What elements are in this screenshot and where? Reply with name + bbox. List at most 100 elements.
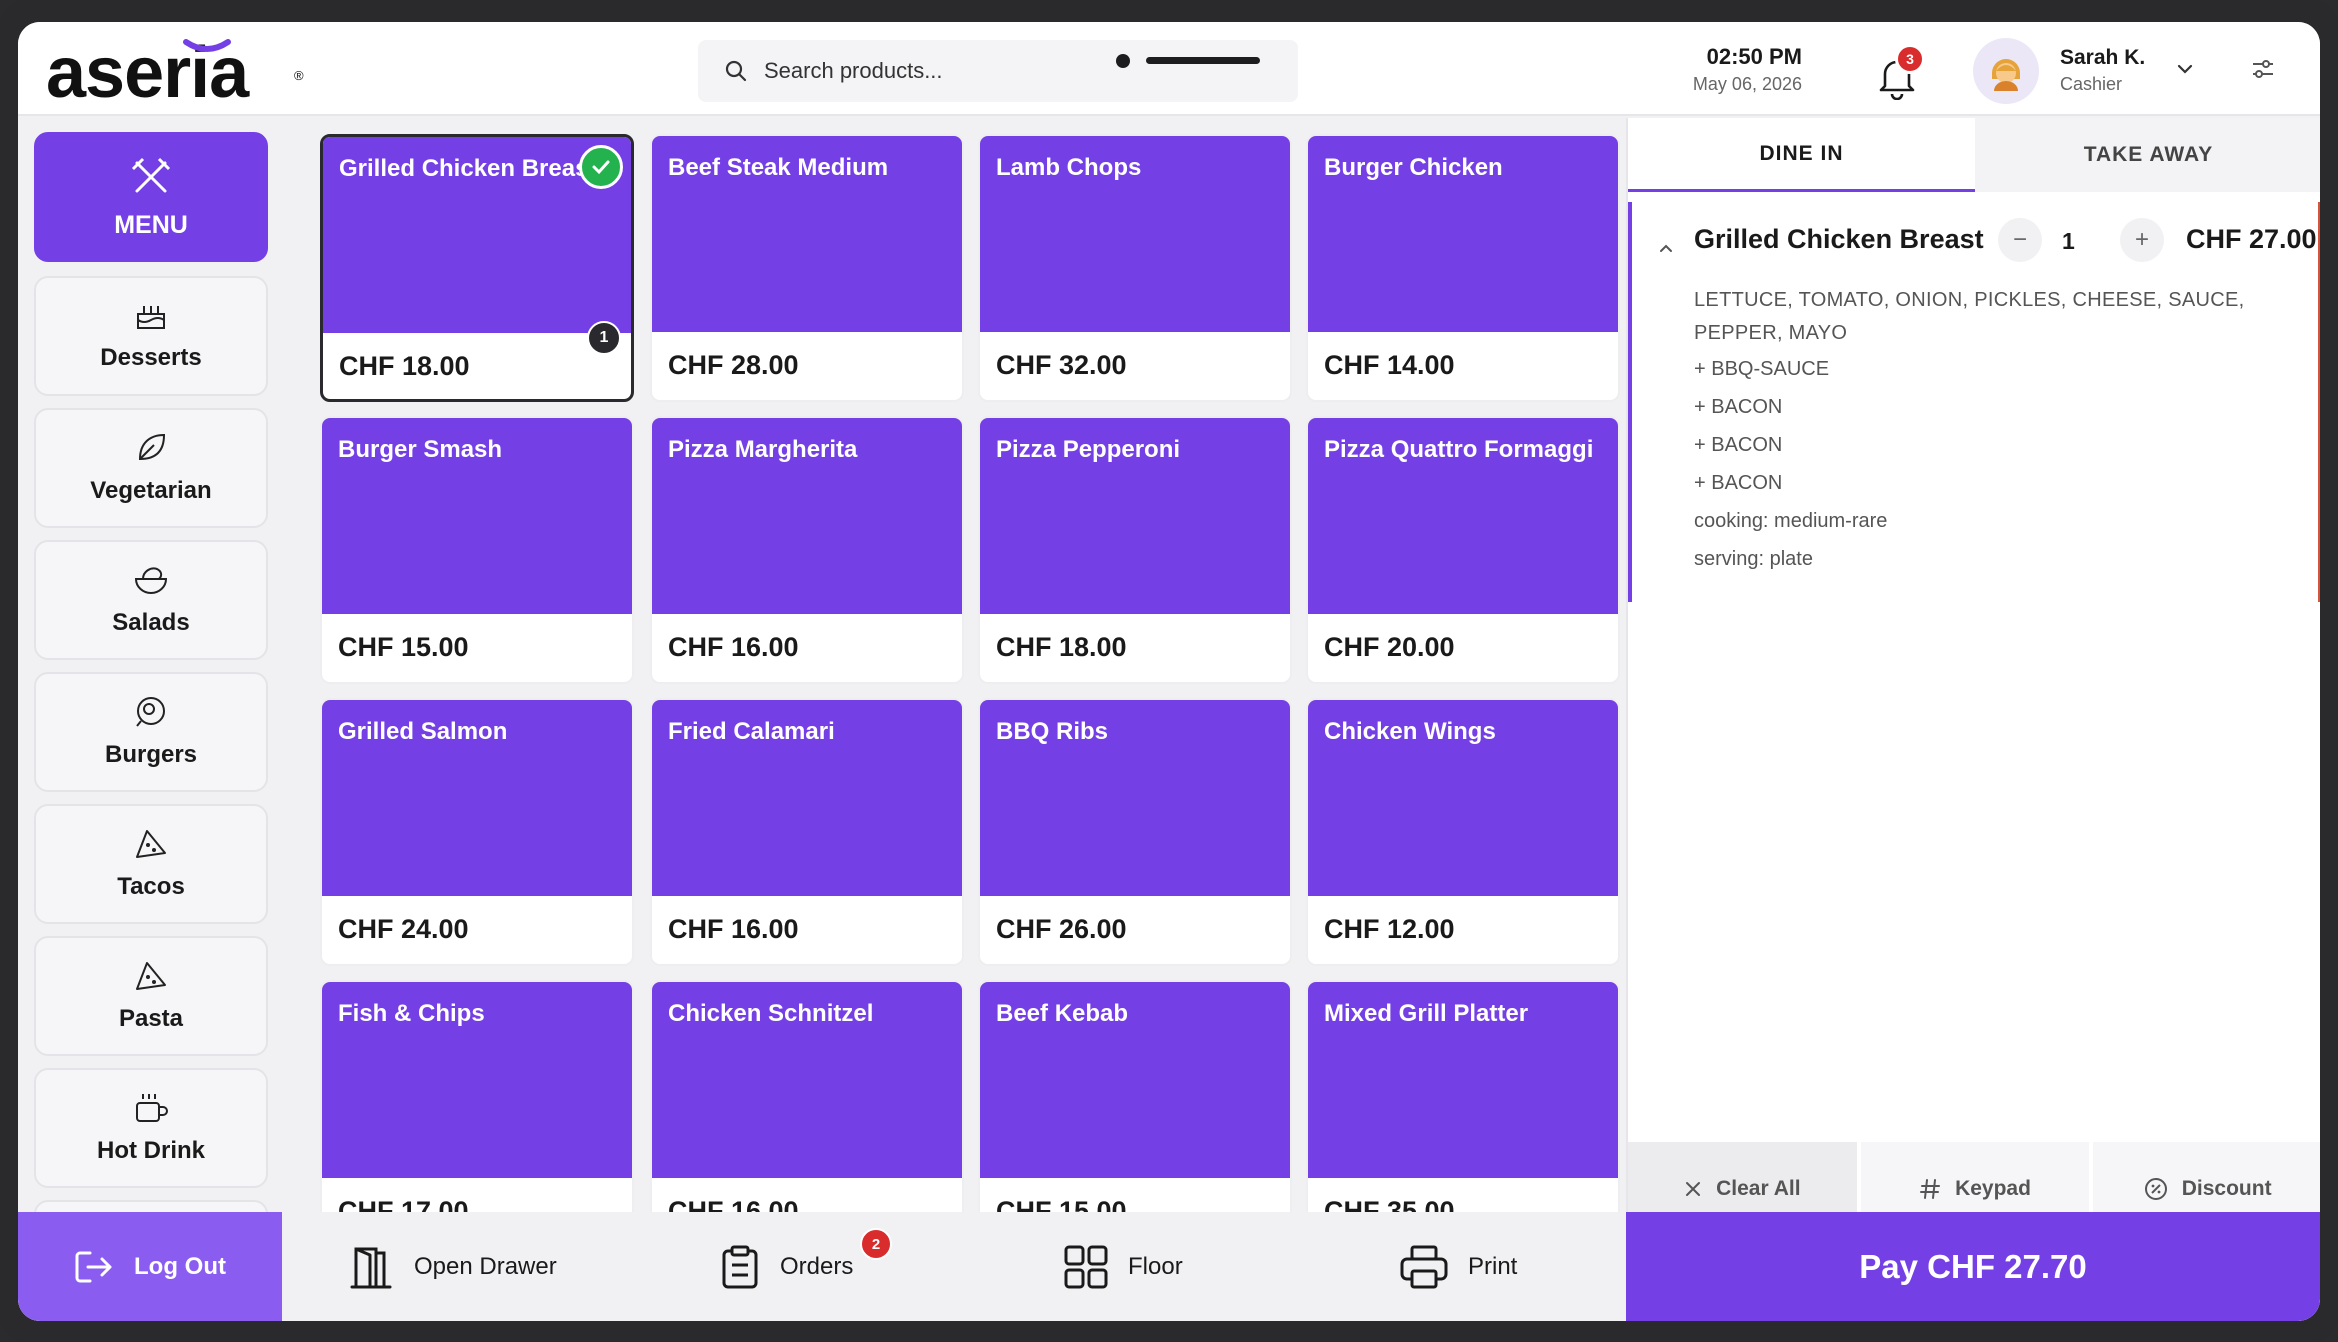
tab-dine-in[interactable]: DINE IN (1628, 118, 1975, 192)
product-card[interactable]: Beef Steak Medium CHF 28.00 (650, 134, 964, 402)
product-price: CHF 15.00 (338, 632, 469, 662)
product-card[interactable]: Pizza Margherita CHF 16.00 (650, 416, 964, 684)
product-card[interactable]: Lamb Chops CHF 32.00 (978, 134, 1292, 402)
hash-icon (1920, 1179, 1941, 1199)
burger-icon (136, 697, 165, 727)
salad-bowl-icon (134, 567, 168, 594)
pay-label: Pay CHF 27.70 (1859, 1247, 2087, 1285)
product-card[interactable]: Chicken Wings CHF 12.00 (1306, 698, 1620, 966)
sliders-icon[interactable] (2250, 56, 2276, 82)
product-price: CHF 16.00 (668, 914, 799, 944)
leaf-icon (138, 433, 166, 461)
product-card[interactable]: Fried Calamari CHF 16.00 (650, 698, 964, 966)
product-card[interactable]: Pizza Quattro Formaggi CHF 20.00 (1306, 416, 1620, 684)
product-name: Pizza Margherita (668, 436, 858, 463)
product-card[interactable]: Grilled Chicken Breast CHF 18.00 1 (320, 134, 634, 402)
swipe-delete-indicator (2318, 202, 2320, 602)
product-price: CHF 16.00 (668, 632, 799, 662)
clock-time: 02:50 PM (1706, 44, 1802, 69)
keypad-label: Keypad (1955, 1177, 2031, 1200)
print-label: Print (1468, 1252, 1518, 1280)
product-price: CHF 26.00 (996, 914, 1127, 944)
user-avatar-icon (1992, 59, 2020, 91)
product-name: Beef Kebab (996, 1000, 1129, 1027)
product-name: Burger Chicken (1324, 154, 1503, 181)
grid-icon (1064, 1245, 1108, 1288)
search-bar[interactable] (698, 40, 1298, 102)
line-item-qty: 1 (2062, 228, 2075, 254)
logout-label: Log Out (134, 1252, 226, 1280)
avatar[interactable] (1973, 38, 2039, 104)
product-price: CHF 14.00 (1324, 350, 1455, 380)
product-price: CHF 18.00 (996, 632, 1127, 662)
tab-take-away[interactable]: TAKE AWAY (1975, 118, 2320, 192)
pay-button[interactable]: Pay CHF 27.70 (1626, 1212, 2320, 1321)
user-info[interactable]: Sarah K. Cashier (2060, 46, 2145, 95)
user-name: Sarah K. (2060, 46, 2146, 69)
category-vegetarian[interactable]: Vegetarian (34, 408, 268, 528)
floor-label: Floor (1128, 1252, 1183, 1280)
open-drawer-button[interactable]: Open Drawer (346, 1212, 557, 1321)
notifications-badge: 3 (1895, 44, 1925, 74)
product-price: CHF 24.00 (338, 914, 469, 944)
product-name: Mixed Grill Platter (1324, 1000, 1529, 1027)
brand-logo: aseria ® (46, 36, 304, 110)
product-card[interactable]: Pizza Pepperoni CHF 18.00 (978, 416, 1292, 684)
logout-icon (75, 1251, 112, 1282)
product-card[interactable]: Burger Smash CHF 15.00 (320, 416, 634, 684)
order-line-item[interactable]: Grilled Chicken Breast − 1 + CHF 27.00 L… (1628, 202, 2320, 602)
category-hot-drink[interactable]: Hot Drink (34, 1068, 268, 1188)
product-card[interactable]: Beef Kebab CHF 15.00 (978, 980, 1292, 1236)
product-name: Chicken Wings (1324, 718, 1496, 745)
product-grid: Grilled Chicken Breast CHF 18.00 1 Beef … (300, 118, 1630, 1236)
category-burgers[interactable]: Burgers (34, 672, 268, 792)
decrease-qty-button[interactable]: − (1998, 218, 2042, 262)
category-label: Pasta (118, 1005, 184, 1032)
chevron-up-icon[interactable] (1658, 242, 1674, 254)
product-card[interactable]: Chicken Schnitzel CHF 16.00 (650, 980, 964, 1236)
category-tacos[interactable]: Tacos (34, 804, 268, 924)
increase-qty-button[interactable]: + (2120, 218, 2164, 262)
line-item-modifier: + BACON (1694, 472, 1783, 494)
product-price: CHF 28.00 (668, 350, 799, 380)
product-name: Pizza Quattro Formaggi (1324, 436, 1594, 463)
product-card[interactable]: Burger Chicken CHF 14.00 (1306, 134, 1620, 402)
line-item-details: LETTUCE, TOMATO, ONION, PICKLES, CHEESE,… (1694, 284, 2294, 578)
logo-mark-icon (183, 39, 231, 52)
orders-button[interactable]: Orders 2 (718, 1212, 892, 1321)
product-price: CHF 20.00 (1324, 632, 1455, 662)
product-card[interactable]: Grilled Salmon CHF 24.00 (320, 698, 634, 966)
product-card[interactable]: BBQ Ribs CHF 26.00 (978, 698, 1292, 966)
category-label: Vegetarian (90, 477, 212, 504)
drawer-door-icon (350, 1247, 392, 1288)
floor-button[interactable]: Floor (1062, 1212, 1183, 1321)
search-input[interactable] (764, 40, 1284, 102)
line-item-price: CHF 27.00 (2186, 224, 2317, 254)
close-icon (1686, 1182, 1701, 1196)
discount-label: Discount (2181, 1177, 2272, 1200)
category-menu[interactable]: MENU (34, 132, 268, 262)
product-price: CHF 12.00 (1324, 914, 1455, 944)
print-button[interactable]: Print (1398, 1212, 1517, 1321)
line-item-modifier: cooking: medium-rare (1694, 510, 1888, 532)
product-name: Pizza Pepperoni (996, 436, 1181, 463)
category-label: Hot Drink (97, 1137, 205, 1164)
logout-button[interactable]: Log Out (18, 1212, 282, 1321)
registered-mark: ® (294, 68, 304, 83)
camera (1116, 54, 1130, 68)
category-label: Tacos (117, 873, 185, 900)
product-card[interactable]: Mixed Grill Platter CHF 35.00 (1306, 980, 1620, 1236)
pos-screen: aseria ® 02:50 PM May 06, 2026 3 Sarah K… (18, 22, 2320, 1321)
orders-badge: 2 (860, 1228, 892, 1260)
product-name: Lamb Chops (996, 154, 1142, 181)
clock: 02:50 PM May 06, 2026 (1678, 44, 1802, 95)
pasta-icon (136, 962, 166, 990)
category-label: Burgers (104, 741, 198, 768)
category-desserts[interactable]: Desserts (34, 276, 268, 396)
product-card[interactable]: Fish & Chips CHF 17.00 (320, 980, 634, 1236)
notifications-button[interactable]: 3 (1873, 44, 1925, 100)
category-pasta[interactable]: Pasta (34, 936, 268, 1056)
cake-icon (137, 306, 165, 329)
category-salads[interactable]: Salads (34, 540, 268, 660)
chevron-down-icon[interactable] (2174, 58, 2196, 80)
